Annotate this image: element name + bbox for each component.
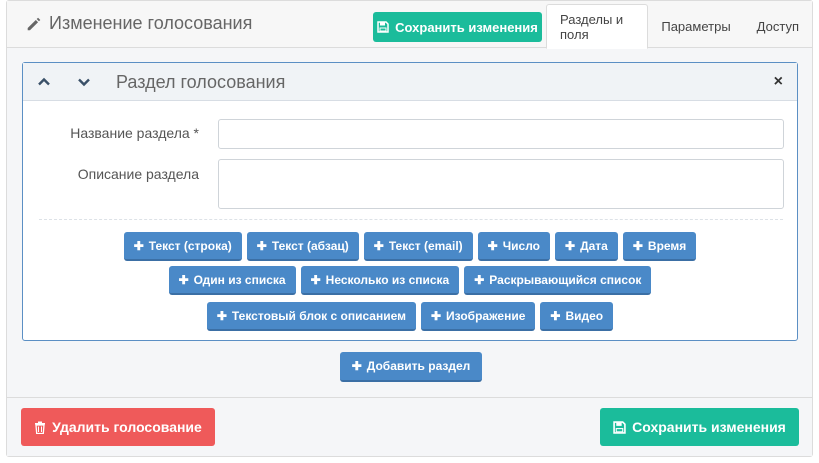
save-changes-bottom-button[interactable]: Сохранить изменения — [600, 408, 799, 446]
plus-icon: ✚ — [474, 272, 485, 287]
plus-icon: ✚ — [373, 238, 384, 253]
delete-poll-label: Удалить голосование — [52, 419, 202, 435]
tab-label: Параметры — [661, 18, 731, 34]
save-changes-bottom-label: Сохранить изменения — [632, 419, 786, 435]
add-section-label: Добавить раздел — [366, 359, 471, 373]
plus-icon: ✚ — [310, 272, 321, 287]
button-label: Текст (email) — [388, 238, 463, 253]
close-icon[interactable]: × — [774, 73, 783, 91]
floppy-icon — [613, 420, 626, 434]
plus-icon: ✚ — [216, 308, 227, 323]
plus-icon: ✚ — [178, 272, 189, 287]
pencil-icon — [27, 17, 41, 30]
button-label: Видео — [565, 308, 604, 323]
button-label: Время — [647, 238, 687, 253]
panel-footer: Удалить голосование Сохранить изменения — [7, 397, 812, 456]
tab-label: Разделы и поля — [560, 11, 624, 42]
plus-icon: ✚ — [565, 238, 576, 253]
plus-icon: ✚ — [430, 308, 442, 323]
plus-icon: ✚ — [550, 308, 561, 323]
tab-bar: Разделы и поля Параметры Доступ — [546, 4, 812, 49]
floppy-icon — [377, 21, 389, 33]
tab-parameters[interactable]: Параметры — [648, 4, 743, 48]
delete-poll-button[interactable]: Удалить голосование — [21, 408, 215, 446]
add-section-button[interactable]: ✚ Добавить раздел — [340, 352, 482, 382]
add-date-button[interactable]: ✚ Дата — [555, 232, 618, 261]
field-buttons-row-1: ✚ Текст (строка) ✚ Текст (абзац) ✚ Текст (e… — [23, 232, 797, 261]
field-buttons-row-3: ✚ Текстовый блок с описанием ✚ Изображение… — [23, 302, 797, 331]
add-text-paragraph-button[interactable]: ✚ Текст (абзац) — [246, 232, 359, 261]
add-number-button[interactable]: ✚ Число — [477, 232, 550, 261]
add-text-email-button[interactable]: ✚ Текст (email) — [363, 232, 473, 261]
tab-access[interactable]: Доступ — [744, 4, 812, 48]
add-single-choice-button[interactable]: ✚ Один из списка — [168, 266, 296, 295]
field-buttons-row-2: ✚ Один из списка ✚ Несколько из списка ✚ Ра… — [23, 266, 797, 295]
trash-icon — [35, 421, 46, 434]
plus-icon: ✚ — [632, 238, 643, 253]
button-label: Один из списка — [193, 272, 286, 287]
section-title: Раздел голосования — [116, 72, 286, 92]
plus-icon: ✚ — [256, 238, 267, 253]
add-video-button[interactable]: ✚ Видео — [540, 302, 614, 331]
chevron-down-icon[interactable] — [76, 74, 92, 90]
add-text-line-button[interactable]: ✚ Текст (строка) — [123, 232, 242, 261]
section-header: Раздел голосования × — [23, 63, 797, 101]
section-description-input[interactable] — [218, 159, 784, 209]
add-text-block-button[interactable]: ✚ Текстовый блок с описанием — [206, 302, 416, 331]
page-title: Изменение голосования — [25, 13, 252, 34]
button-label: Число — [502, 238, 540, 253]
add-image-button[interactable]: ✚ Изображение — [420, 302, 536, 331]
button-label: Изображение — [446, 308, 526, 323]
section-description-label: Описание раздела — [77, 166, 199, 182]
plus-icon: ✚ — [351, 359, 362, 373]
save-changes-top-label: Сохранить изменения — [395, 19, 538, 35]
chevron-up-icon[interactable] — [36, 74, 52, 90]
add-dropdown-button[interactable]: ✚ Раскрывающийся список — [464, 266, 652, 295]
button-label: Раскрывающийся список — [489, 272, 642, 287]
section-name-input[interactable] — [218, 119, 784, 149]
button-label: Дата — [580, 238, 608, 253]
poll-section-card: Раздел голосования × Название раздела * … — [22, 62, 798, 341]
save-changes-top-button[interactable]: Сохранить изменения — [373, 12, 542, 42]
button-label: Текст (строка) — [148, 238, 232, 253]
edit-poll-panel: Изменение голосования Сохранить изменени… — [6, 0, 813, 457]
dashed-divider — [39, 219, 783, 220]
panel-header: Изменение голосования Сохранить изменени… — [7, 1, 812, 49]
add-multiple-choice-button[interactable]: ✚ Несколько из списка — [300, 266, 460, 295]
button-label: Текстовый блок с описанием — [231, 308, 406, 323]
plus-icon: ✚ — [133, 238, 144, 253]
plus-icon: ✚ — [487, 238, 498, 253]
button-label: Текст (абзац) — [271, 238, 349, 253]
button-label: Несколько из списка — [325, 272, 450, 287]
tab-sections-fields[interactable]: Разделы и поля — [546, 4, 649, 49]
tab-label: Доступ — [756, 18, 799, 34]
section-name-label: Название раздела * — [70, 125, 199, 141]
page-title-text: Изменение голосования — [49, 13, 253, 33]
add-time-button[interactable]: ✚ Время — [622, 232, 697, 261]
